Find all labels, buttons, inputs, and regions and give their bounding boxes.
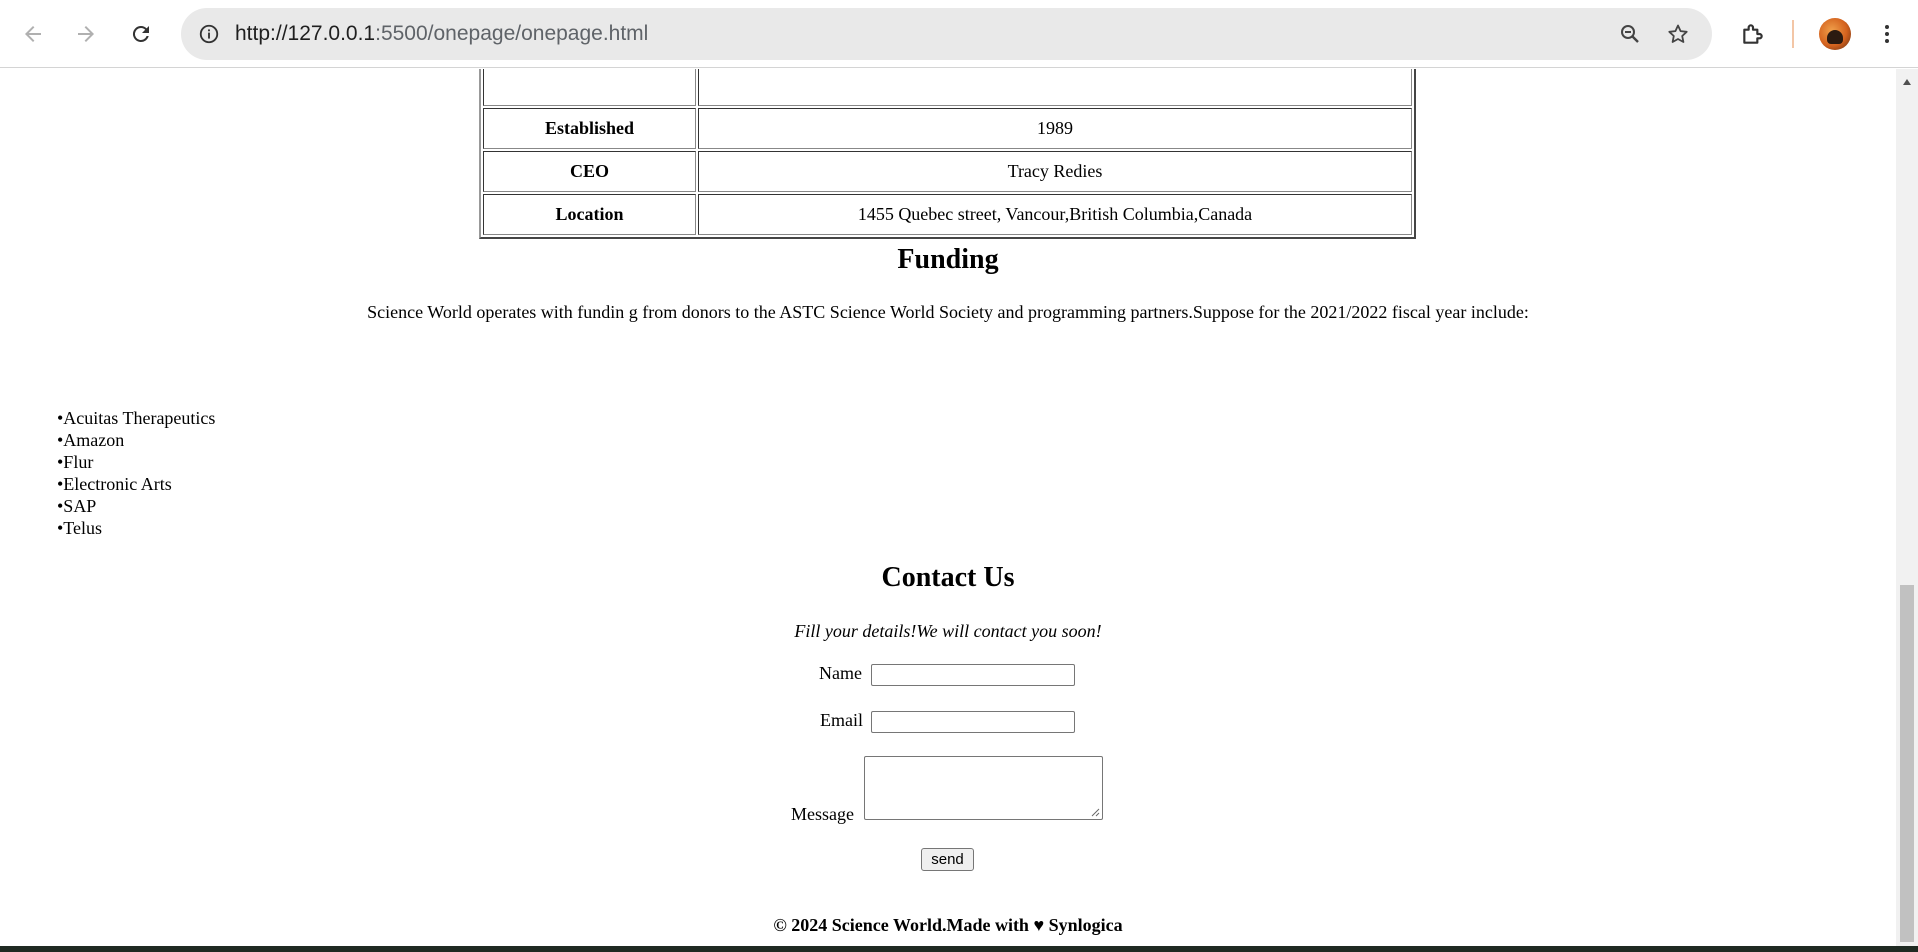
table-row: Established 1989 xyxy=(483,108,1412,149)
reload-icon xyxy=(132,25,149,42)
message-label: Message xyxy=(791,804,854,824)
site-info-button[interactable] xyxy=(191,16,227,52)
name-field[interactable] xyxy=(871,664,1075,686)
sponsor-list: •Acuitas Therapeutics •Amazon •Flur •Ele… xyxy=(57,407,215,539)
menu-dots-icon xyxy=(1885,25,1889,43)
table-row: CEO Tracy Redies xyxy=(483,151,1412,192)
forward-arrow-icon xyxy=(78,26,94,42)
scroll-up-button[interactable] xyxy=(1896,69,1918,95)
address-bar[interactable]: http://127.0.0.1:5500/onepage/onepage.ht… xyxy=(181,8,1712,60)
back-arrow-icon xyxy=(25,26,41,42)
taskbar-edge xyxy=(0,946,1918,952)
scroll-up-arrow-icon xyxy=(1903,79,1911,85)
zoom-icon xyxy=(1621,25,1639,43)
table-value: 1989 xyxy=(698,108,1412,149)
contact-heading: Contact Us xyxy=(881,562,1015,593)
footer-text: © 2024 Science World.Made with ♥ Synlogi… xyxy=(773,915,1123,935)
browser-toolbar: http://127.0.0.1:5500/onepage/onepage.ht… xyxy=(0,0,1918,68)
url-path: :5500/onepage/onepage.html xyxy=(375,22,649,45)
forward-button[interactable] xyxy=(66,14,106,54)
table-cell xyxy=(483,69,696,106)
reload-button[interactable] xyxy=(121,14,161,54)
table-row: Location 1455 Quebec street, Vancour,Bri… xyxy=(483,194,1412,235)
resize-handle-icon[interactable] xyxy=(1090,807,1100,817)
bookmark-button[interactable] xyxy=(1663,19,1693,49)
scrollbar-thumb[interactable] xyxy=(1900,585,1914,942)
list-item: •Flur xyxy=(57,452,94,472)
list-item: •Electronic Arts xyxy=(57,474,172,494)
back-button[interactable] xyxy=(13,14,53,54)
list-item: •Amazon xyxy=(57,430,125,450)
browser-menu-button[interactable] xyxy=(1867,14,1907,54)
send-button[interactable]: send xyxy=(921,848,974,871)
site-info-icon xyxy=(199,24,219,44)
page-viewport: Established 1989 CEO Tracy Redies Locati… xyxy=(0,69,1896,946)
contact-subtitle: Fill your details!We will contact you so… xyxy=(794,621,1102,641)
email-label: Email xyxy=(820,710,863,730)
star-icon xyxy=(1668,24,1688,43)
funding-heading: Funding xyxy=(897,244,999,275)
table-key: Location xyxy=(483,194,696,235)
extensions-icon xyxy=(1743,24,1763,44)
table-value: 1455 Quebec street, Vancour,British Colu… xyxy=(698,194,1412,235)
table-key: CEO xyxy=(483,151,696,192)
table-cell xyxy=(698,69,1412,106)
profile-avatar[interactable] xyxy=(1819,18,1851,50)
table-row xyxy=(483,69,1412,106)
info-table: Established 1989 CEO Tracy Redies Locati… xyxy=(479,69,1416,239)
extensions-button[interactable] xyxy=(1733,14,1773,54)
list-item: •SAP xyxy=(57,496,97,516)
vertical-scrollbar[interactable] xyxy=(1896,69,1918,946)
url-host: http://127.0.0.1 xyxy=(235,22,376,45)
table-value: Tracy Redies xyxy=(698,151,1412,192)
toolbar-divider xyxy=(1792,20,1794,48)
funding-paragraph: Science World operates with fundin g fro… xyxy=(367,302,1529,322)
list-item: •Acuitas Therapeutics xyxy=(57,408,216,428)
message-textarea[interactable] xyxy=(864,756,1103,820)
table-key: Established xyxy=(483,108,696,149)
name-label: Name xyxy=(819,663,862,683)
list-item: •Telus xyxy=(57,518,103,538)
zoom-button[interactable] xyxy=(1615,19,1645,49)
url-text[interactable]: http://127.0.0.1:5500/onepage/onepage.ht… xyxy=(235,8,648,60)
email-field[interactable] xyxy=(871,711,1075,733)
